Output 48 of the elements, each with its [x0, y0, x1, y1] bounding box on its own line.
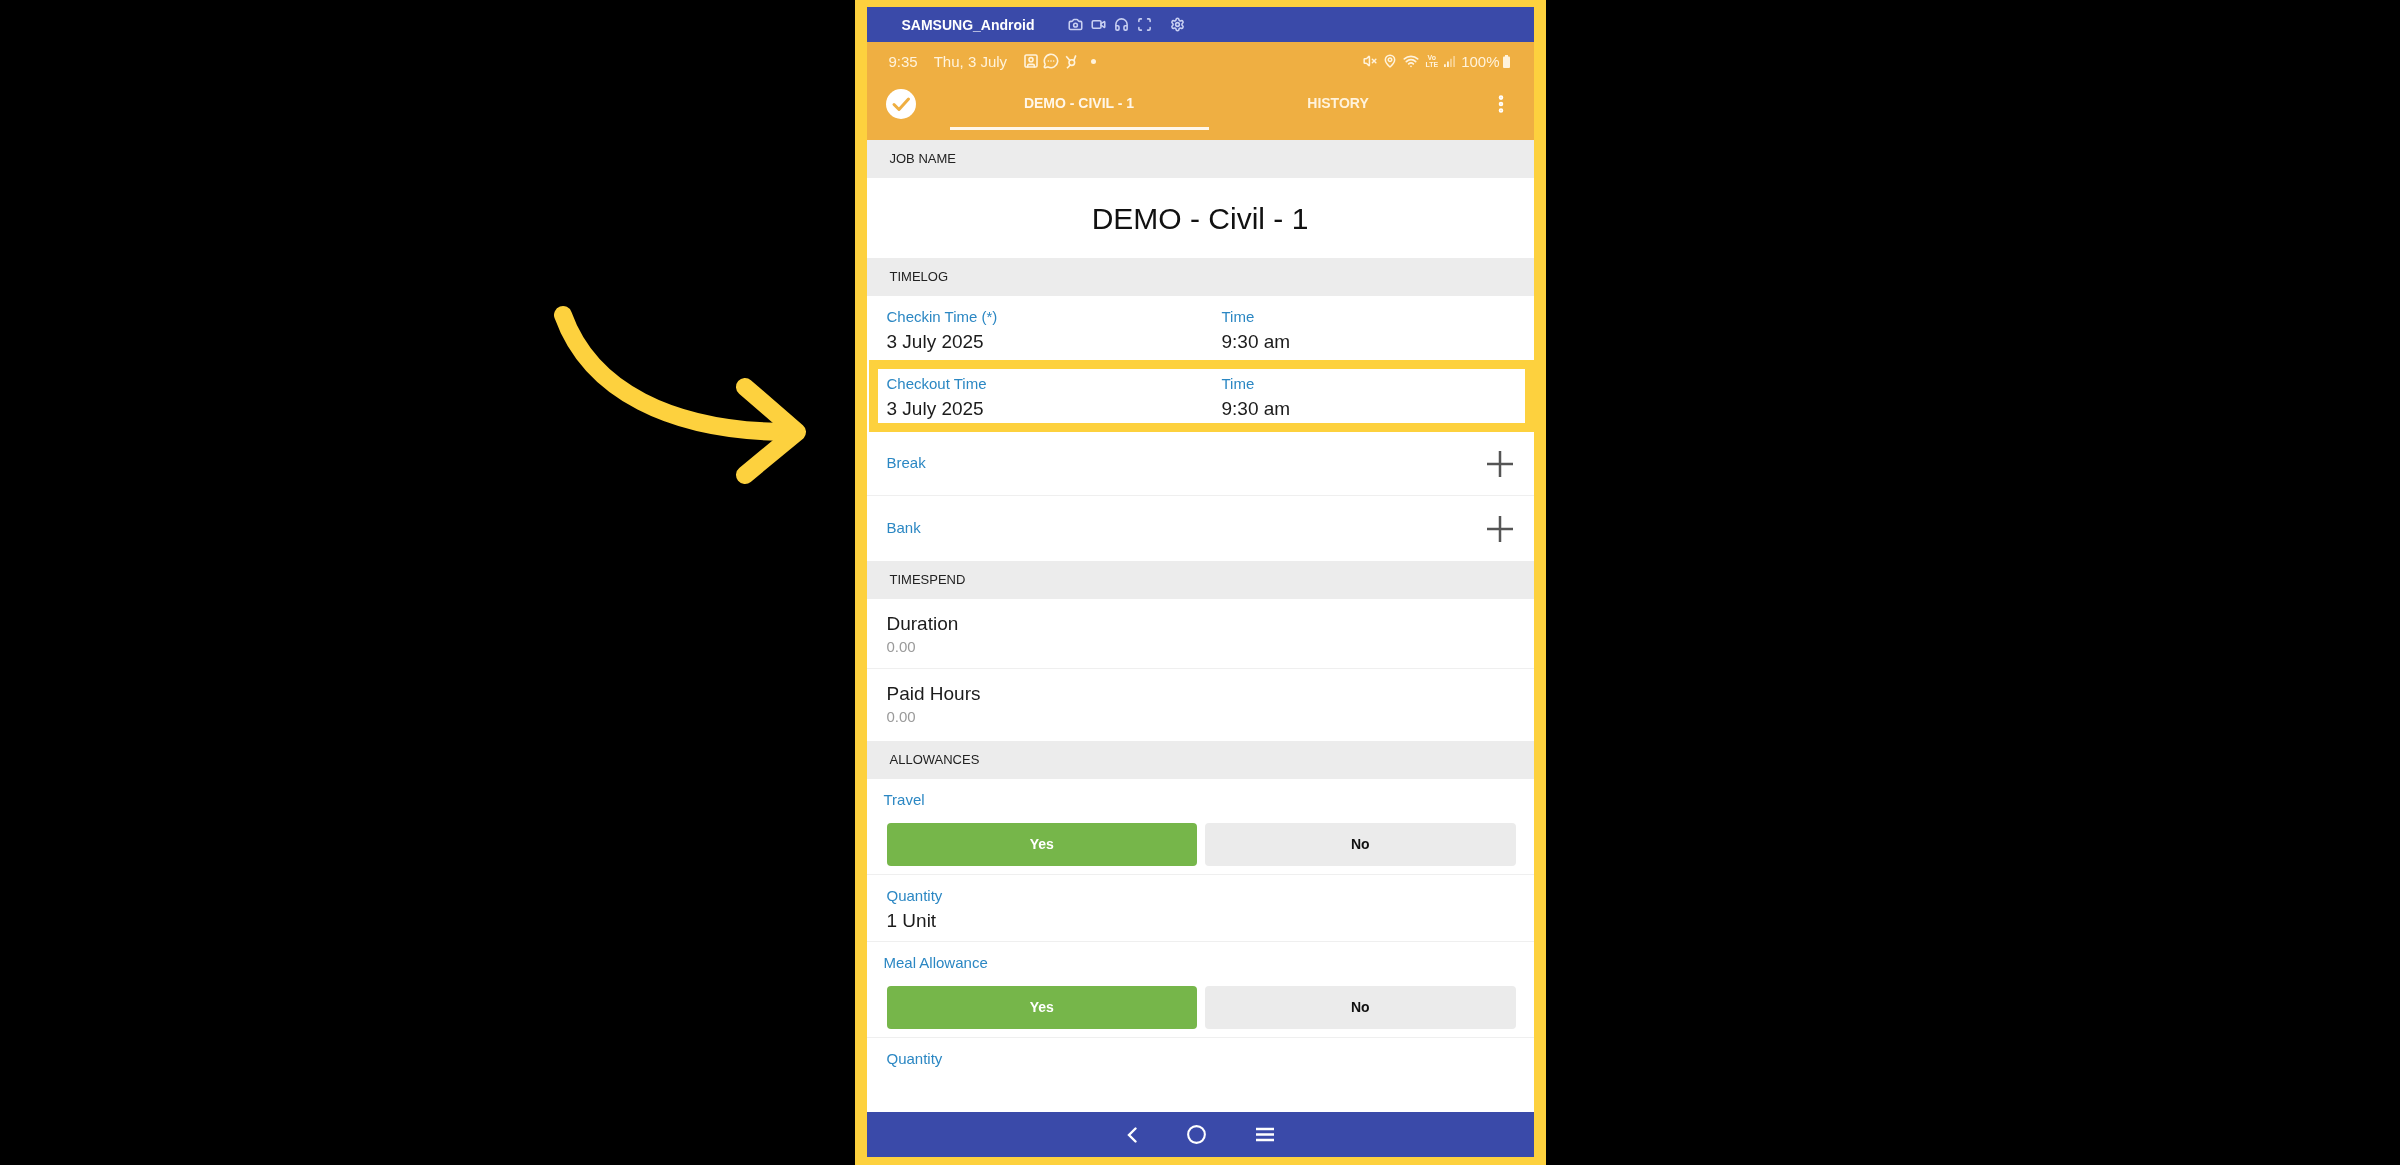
headphones-icon[interactable]: [1113, 17, 1129, 32]
choice-button[interactable]: No: [1205, 823, 1516, 866]
video-icon[interactable]: [1090, 17, 1106, 32]
field-value[interactable]: 3 July 2025: [886, 397, 984, 421]
quantity-label: Quantity: [886, 1049, 943, 1069]
contact-card-icon: [1023, 53, 1040, 69]
check-circle-icon[interactable]: [885, 89, 916, 119]
choice-button[interactable]: No: [1205, 986, 1516, 1029]
section-header: TIMELOG: [866, 258, 1534, 296]
add-icon[interactable]: [1486, 450, 1513, 477]
stat-label: Paid Hours: [886, 682, 981, 706]
add-icon[interactable]: [1486, 515, 1513, 542]
quantity-value[interactable]: 1 Unit: [886, 909, 937, 933]
status-date: Thu, 3 July: [933, 53, 1008, 69]
field-value[interactable]: 3 July 2025: [886, 330, 984, 354]
camera-icon[interactable]: [1067, 17, 1083, 32]
stat-label: Duration: [886, 612, 959, 636]
choice-label: Travel: [882, 790, 925, 810]
location-pin-icon: [1383, 54, 1398, 68]
section-header: JOB NAME: [866, 140, 1534, 178]
field-label: Checkin Time (*): [886, 307, 998, 327]
field-label: Time: [1221, 307, 1255, 327]
field-label: Checkout Time: [886, 374, 987, 394]
signal-icon: [1444, 55, 1456, 67]
device-name: SAMSUNG_Android: [901, 17, 1035, 32]
quantity-label: Quantity: [886, 886, 943, 906]
battery-icon: [1502, 54, 1510, 68]
back-icon[interactable]: [1126, 1126, 1137, 1143]
choice-label: Meal Allowance: [882, 953, 988, 973]
wifi-icon: [1403, 53, 1420, 69]
battery-percent: 100%: [1461, 53, 1500, 69]
field-value[interactable]: 9:30 am: [1221, 397, 1291, 421]
mute-icon: [1363, 54, 1378, 68]
menu-icon[interactable]: [1255, 1127, 1274, 1142]
section-header: ALLOWANCES: [866, 741, 1534, 779]
field-label: Time: [1221, 374, 1255, 394]
fullscreen-icon[interactable]: [1136, 17, 1152, 32]
add-row-label[interactable]: Break: [886, 452, 926, 475]
chat-bubble-icon: [1043, 53, 1060, 69]
job-name-value: DEMO - Civil - 1: [1091, 200, 1309, 237]
settings-icon[interactable]: [1169, 17, 1185, 32]
stat-value: 0.00: [886, 707, 916, 727]
field-value[interactable]: 9:30 am: [1221, 330, 1291, 354]
clock-time: 9:35: [888, 53, 918, 69]
section-header: TIMESPEND: [866, 561, 1534, 599]
stat-value: 0.00: [886, 637, 916, 657]
home-icon[interactable]: [1186, 1125, 1206, 1144]
add-row-label[interactable]: Bank: [886, 517, 921, 540]
